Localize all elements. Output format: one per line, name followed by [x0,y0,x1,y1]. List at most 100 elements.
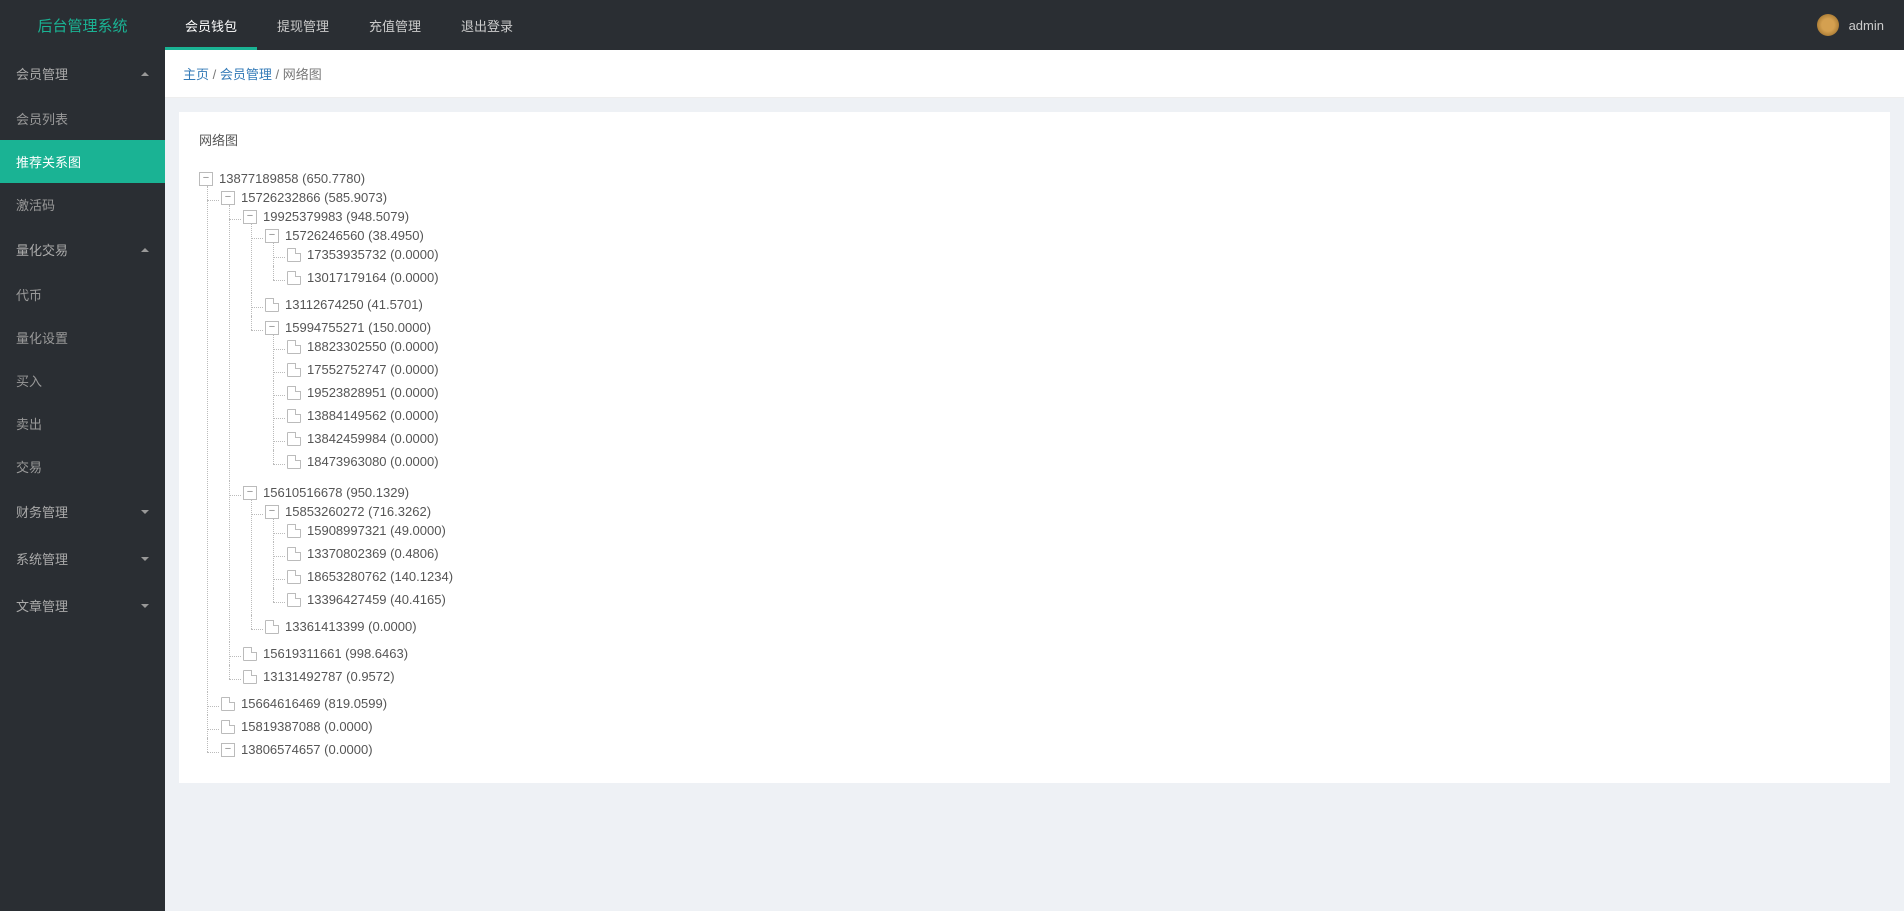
sidebar-group[interactable]: 量化交易 [0,226,165,273]
tree-node: 18823302550 (0.0000) [287,335,1870,358]
collapse-icon[interactable]: − [221,191,235,205]
tree-node-label[interactable]: 15726246560 (38.4950) [285,228,424,243]
file-icon [221,697,235,711]
tree-node-row: 15819387088 (0.0000) [221,719,1870,734]
tree-node-label[interactable]: 18653280762 (140.1234) [307,569,453,584]
tree-node: 17552752747 (0.0000) [287,358,1870,381]
breadcrumb-home[interactable]: 主页 [183,67,209,82]
file-icon [287,409,301,423]
sidebar-item[interactable]: 卖出 [0,402,165,445]
chevron-up-icon [141,72,149,76]
tree-node-label[interactable]: 18823302550 (0.0000) [307,339,439,354]
tree-node-label[interactable]: 13131492787 (0.9572) [263,669,395,684]
file-icon [243,670,257,684]
file-icon [265,298,279,312]
sidebar-item[interactable]: 交易 [0,445,165,488]
tree-node-row: 13131492787 (0.9572) [243,669,1870,684]
sidebar-item[interactable]: 量化设置 [0,316,165,359]
tree-node-label[interactable]: 13112674250 (41.5701) [285,297,423,312]
tree-node-row: −13806574657 (0.0000) [221,742,1870,757]
sidebar-item[interactable]: 推荐关系图 [0,140,165,183]
sidebar-group[interactable]: 会员管理 [0,50,165,97]
top-navbar: 后台管理系统 会员钱包提现管理充值管理退出登录 admin [0,0,1904,50]
tree-node-row: −13877189858 (650.7780) [199,171,1870,186]
tree-node-label[interactable]: 19925379983 (948.5079) [263,209,409,224]
tree-node-row: 13884149562 (0.0000) [287,408,1870,423]
tree-node-row: 13112674250 (41.5701) [265,297,1870,312]
username[interactable]: admin [1849,18,1884,33]
tree-node-label[interactable]: 17552752747 (0.0000) [307,362,439,377]
chevron-up-icon [141,248,149,252]
tree-node-row: 15908997321 (49.0000) [287,523,1870,538]
network-tree: −13877189858 (650.7780)−15726232866 (585… [199,167,1870,765]
tree-node: 18653280762 (140.1234) [287,565,1870,588]
tree-node-label[interactable]: 15726232866 (585.9073) [241,190,387,205]
file-icon [287,271,301,285]
tree-node-label[interactable]: 15610516678 (950.1329) [263,485,409,500]
panel: 网络图 −13877189858 (650.7780)−15726232866 … [179,112,1890,783]
tree-node-label[interactable]: 15619311661 (998.6463) [263,646,408,661]
tree-node-label[interactable]: 18473963080 (0.0000) [307,454,439,469]
tree-node-label[interactable]: 15994755271 (150.0000) [285,320,431,335]
sidebar-group[interactable]: 系统管理 [0,535,165,582]
tree-node-label[interactable]: 13396427459 (40.4165) [307,592,446,607]
tree-node-row: 17353935732 (0.0000) [287,247,1870,262]
tree-node: 15908997321 (49.0000) [287,519,1870,542]
tree-node-row: 18473963080 (0.0000) [287,454,1870,469]
tree-node-row: 18823302550 (0.0000) [287,339,1870,354]
file-icon [287,547,301,561]
breadcrumb-mid[interactable]: 会员管理 [220,67,272,82]
tree-node-row: 19523828951 (0.0000) [287,385,1870,400]
tree-node-label[interactable]: 13842459984 (0.0000) [307,431,439,446]
sidebar-item[interactable]: 买入 [0,359,165,402]
tree-node-label[interactable]: 13877189858 (650.7780) [219,171,365,186]
tree-node-label[interactable]: 15853260272 (716.3262) [285,504,431,519]
app-logo: 后台管理系统 [0,15,165,36]
tree-node-label[interactable]: 13884149562 (0.0000) [307,408,439,423]
collapse-icon[interactable]: − [265,229,279,243]
collapse-icon[interactable]: − [265,505,279,519]
file-icon [287,593,301,607]
tree-node-label[interactable]: 19523828951 (0.0000) [307,385,439,400]
nav-link[interactable]: 退出登录 [441,0,533,50]
sidebar-group-label: 财务管理 [16,502,68,521]
collapse-icon[interactable]: − [265,321,279,335]
topnav-list: 会员钱包提现管理充值管理退出登录 [165,0,533,50]
nav-link[interactable]: 会员钱包 [165,0,257,50]
tree-node-label[interactable]: 17353935732 (0.0000) [307,247,439,262]
tree-node-row: 17552752747 (0.0000) [287,362,1870,377]
tree-node: −15853260272 (716.3262) 15908997321 (49.0… [265,500,1870,615]
sidebar-group-label: 系统管理 [16,549,68,568]
collapse-icon[interactable]: − [199,172,213,186]
tree-node-label[interactable]: 13361413399 (0.0000) [285,619,417,634]
tree-node-label[interactable]: 13017179164 (0.0000) [307,270,439,285]
sidebar-item[interactable]: 代币 [0,273,165,316]
main-content: 主页 / 会员管理 / 网络图 网络图 −13877189858 (650.77… [165,50,1904,783]
tree-node: 13017179164 (0.0000) [287,266,1870,289]
tree-node-label[interactable]: 13806574657 (0.0000) [241,742,373,757]
tree-node-label[interactable]: 15908997321 (49.0000) [307,523,446,538]
tree-node-label[interactable]: 15819387088 (0.0000) [241,719,373,734]
sidebar-group[interactable]: 文章管理 [0,582,165,629]
sidebar-group[interactable]: 财务管理 [0,488,165,535]
collapse-icon[interactable]: − [221,743,235,757]
nav-link[interactable]: 提现管理 [257,0,349,50]
panel-title: 网络图 [199,130,1870,149]
tree-node-row: 13370802369 (0.4806) [287,546,1870,561]
nav-link[interactable]: 充值管理 [349,0,441,50]
tree-node-label[interactable]: 13370802369 (0.4806) [307,546,439,561]
avatar[interactable] [1817,14,1839,36]
collapse-icon[interactable]: − [243,486,257,500]
file-icon [287,248,301,262]
tree-node-row: 15619311661 (998.6463) [243,646,1870,661]
tree-node: 13842459984 (0.0000) [287,427,1870,450]
collapse-icon[interactable]: − [243,210,257,224]
sidebar-item[interactable]: 会员列表 [0,97,165,140]
tree-node: 13370802369 (0.4806) [287,542,1870,565]
tree-node: −19925379983 (948.5079)−15726246560 (38.… [243,205,1870,481]
file-icon [287,363,301,377]
tree-node-row: 15664616469 (819.0599) [221,696,1870,711]
sidebar-item[interactable]: 激活码 [0,183,165,226]
tree-node-label[interactable]: 15664616469 (819.0599) [241,696,387,711]
tree-node: 15664616469 (819.0599) [221,692,1870,715]
